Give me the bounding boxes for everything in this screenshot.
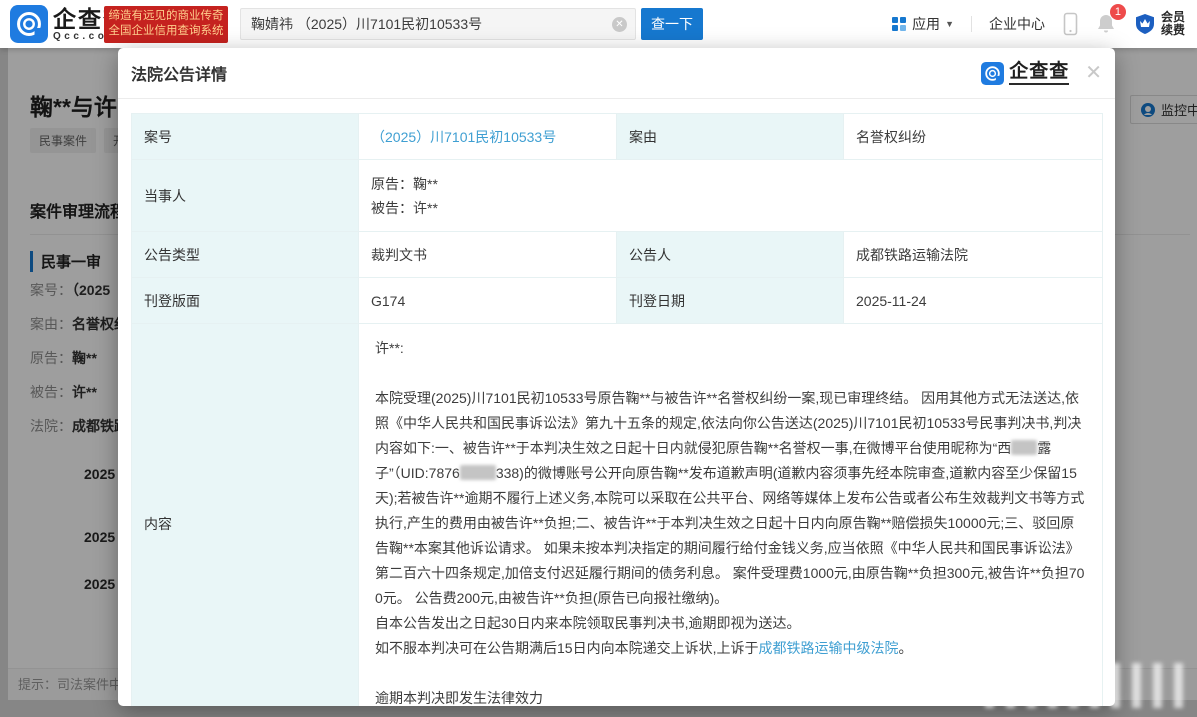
redacted-nickname: [1011, 440, 1038, 455]
slogan-line2: 全国企业信用查询系统: [108, 25, 224, 37]
member-renew-button[interactable]: 会员 续费: [1133, 11, 1185, 37]
search-input[interactable]: [241, 16, 612, 32]
content-paragraph: 本院受理(2025)川7101民初10533号原告鞠**与被告许**名誉权纠纷一…: [375, 390, 1085, 606]
cause-label: 案由: [616, 113, 844, 160]
enterprise-center-label: 企业中心: [988, 16, 1045, 32]
announcer-value: 成都铁路运输法院: [843, 231, 1103, 278]
announcement-content: 许**: 本院受理(2025)川7101民初10533号原告鞠**与被告许**名…: [358, 323, 1103, 706]
announcement-type-label: 公告类型: [131, 231, 359, 278]
table-row: 当事人 原告：鞠** 被告：许**: [131, 159, 1103, 232]
appeal-court-link[interactable]: 成都铁路运输中级法院: [758, 640, 898, 656]
divider: [970, 16, 972, 32]
publish-page-label: 刊登版面: [131, 277, 359, 324]
caret-down-icon: ▼: [945, 19, 954, 29]
apps-label: 应用: [912, 16, 941, 32]
table-row: 案号 （2025）川7101民初10533号 案由 名誉权纠纷: [131, 113, 1103, 160]
announcer-label: 公告人: [616, 231, 844, 278]
content-paragraph: 自本公告发出之日起30日内来本院领取民事判决书,逾期即视为送达。: [375, 615, 801, 631]
clear-search-icon[interactable]: ✕: [612, 16, 627, 32]
announcement-type-value: 裁判文书: [358, 231, 617, 278]
enterprise-center-link[interactable]: 企业中心: [989, 14, 1045, 34]
apps-grid-icon: [892, 17, 907, 31]
cause-value: 名誉权纠纷: [843, 113, 1103, 160]
top-navbar: 企查查 Qcc.com 缔造有远见的商业传奇 全国企业信用查询系统 ✕ 查一下 …: [0, 0, 1197, 48]
table-row: 刊登版面 G174 刊登日期 2025-11-24: [131, 277, 1103, 324]
table-row: 内容 许**: 本院受理(2025)川7101民初10533号原告鞠**与被告许…: [131, 323, 1103, 706]
notifications-button[interactable]: 1: [1096, 4, 1126, 35]
qcc-logo-icon: [981, 61, 1005, 85]
announcement-detail-table: 案号 （2025）川7101民初10533号 案由 名誉权纠纷 当事人 原告：鞠…: [131, 113, 1103, 706]
slogan-line1: 缔造有远见的商业传奇: [108, 10, 224, 22]
mobile-phone-icon: [1063, 12, 1078, 36]
search-box[interactable]: ✕: [240, 8, 636, 40]
modal-header: 法院公告详情 企查查 ✕: [118, 48, 1115, 99]
content-label: 内容: [131, 323, 359, 706]
party-label: 当事人: [131, 159, 359, 232]
content-paragraph: 如不服本判决可在公告期满后15日内向本院递交上诉状,上诉于成都铁路运输中级法院。: [375, 640, 913, 656]
member-label: 会员 续费: [1160, 10, 1185, 37]
modal-title: 法院公告详情: [131, 67, 228, 84]
plaintiff-line: 原告：鞠**: [371, 175, 438, 192]
content-paragraph: 逾期本判决即发生法律效力: [375, 690, 543, 706]
publish-date-label: 刊登日期: [616, 277, 844, 324]
search-button[interactable]: 查一下: [641, 8, 703, 40]
case-no-label: 案号: [131, 113, 359, 160]
publish-date-value: 2025-11-24: [843, 277, 1103, 324]
apps-menu[interactable]: 应用 ▼: [891, 14, 954, 34]
vip-crown-icon: [1135, 14, 1154, 34]
court-announcement-modal: 法院公告详情 企查查 ✕ 案号 （2025）川7101民初10533号 案由 名…: [118, 48, 1115, 706]
close-icon[interactable]: ✕: [1085, 63, 1102, 83]
slogan-banner: 缔造有远见的商业传奇 全国企业信用查询系统: [104, 6, 228, 43]
mobile-app-button[interactable]: [1062, 12, 1079, 36]
party-value: 原告：鞠** 被告：许**: [358, 159, 1103, 232]
table-row: 公告类型 裁判文书 公告人 成都铁路运输法院: [131, 231, 1103, 278]
qcc-logo-icon: [10, 5, 48, 43]
modal-brand: 企查查: [981, 61, 1070, 85]
case-no-link[interactable]: （2025）川7101民初10533号: [371, 129, 556, 145]
brand-name: 企查查: [1009, 61, 1070, 85]
navbar-right: 应用 ▼ 企业中心 1 会员 续费: [891, 0, 1185, 48]
defendant-line: 被告：许**: [371, 199, 438, 216]
publish-page-value: G174: [358, 277, 617, 324]
content-salutation: 许**:: [375, 340, 404, 356]
notification-badge: 1: [1109, 4, 1126, 20]
redacted-uid: [459, 465, 496, 480]
